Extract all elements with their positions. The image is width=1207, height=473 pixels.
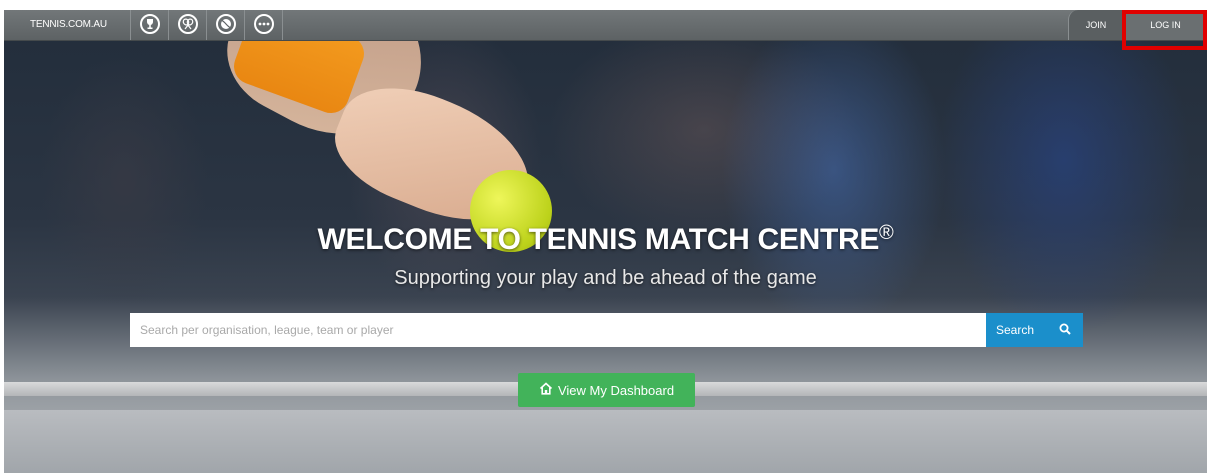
trophy-icon[interactable] <box>140 14 160 34</box>
home-icon <box>539 382 553 398</box>
top-navigation-bar: TENNIS.COM.AU JOIN LOG IN <box>4 10 1207 41</box>
search-icon <box>1059 323 1071 338</box>
nav-divider <box>206 10 207 40</box>
login-button[interactable]: LOG IN <box>1122 10 1207 40</box>
search-button-label: Search <box>996 323 1035 337</box>
nav-divider <box>168 10 169 40</box>
registered-mark: ® <box>879 222 894 244</box>
rackets-icon[interactable] <box>178 14 198 34</box>
page-title: WELCOME TO TENNIS MATCH CENTRE® <box>4 222 1207 257</box>
view-dashboard-button[interactable]: View My Dashboard <box>518 373 695 407</box>
ball-icon[interactable] <box>216 14 236 34</box>
nav-divider <box>130 10 131 40</box>
view-dashboard-label: View My Dashboard <box>557 382 675 398</box>
page-title-text: WELCOME TO TENNIS MATCH CENTRE <box>317 223 880 256</box>
search-bar: Search <box>130 313 1083 347</box>
brand-link[interactable]: TENNIS.COM.AU <box>30 10 117 40</box>
nav-divider <box>244 10 245 40</box>
join-button[interactable]: JOIN <box>1068 10 1123 40</box>
page: TENNIS.COM.AU JOIN LOG IN WELCOME TO TEN… <box>4 10 1207 473</box>
nav-divider <box>282 10 283 40</box>
page-subtitle: Supporting your play and be ahead of the… <box>394 267 817 289</box>
search-input[interactable] <box>130 313 986 347</box>
search-button[interactable]: Search <box>986 313 1083 347</box>
more-icon[interactable] <box>254 14 274 34</box>
